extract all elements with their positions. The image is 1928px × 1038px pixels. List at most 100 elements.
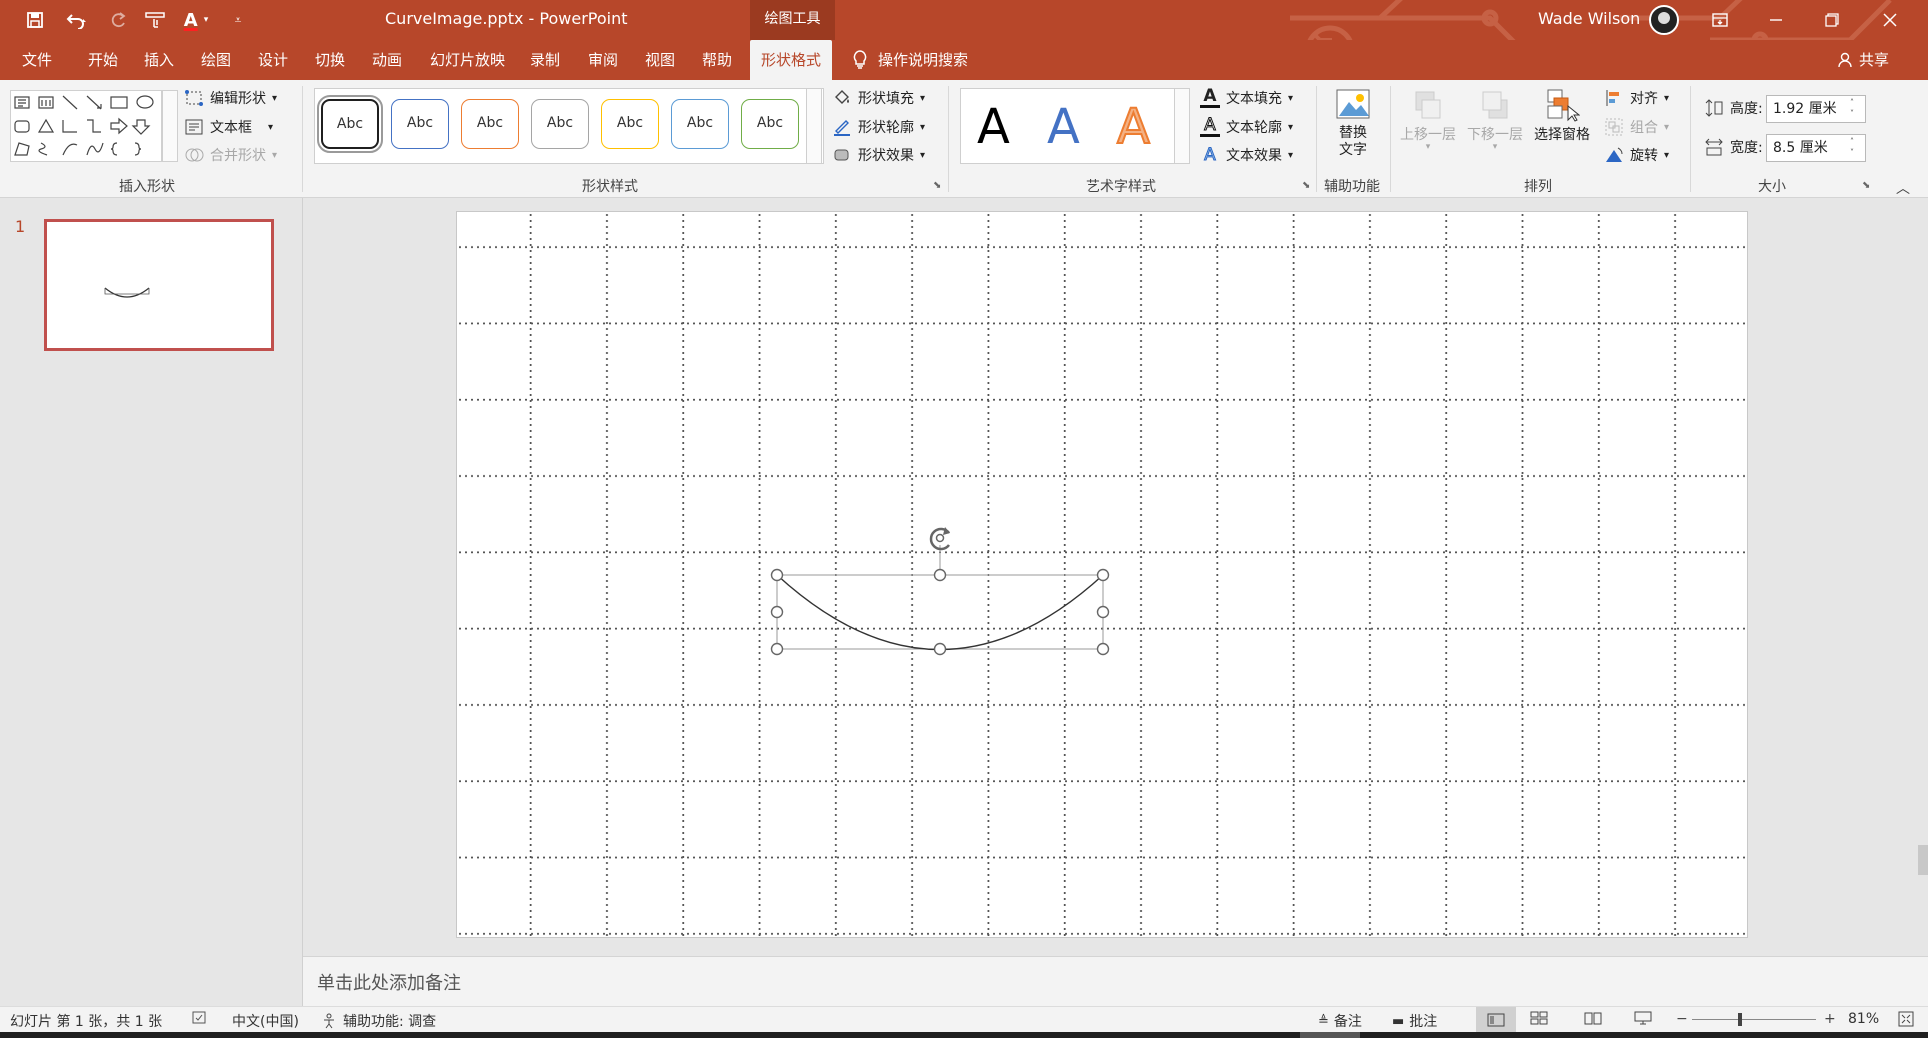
curve-shape[interactable] [776, 574, 1104, 651]
shape-style-6[interactable]: Abc [671, 99, 729, 149]
tab-view[interactable]: 视图 [645, 40, 675, 80]
normal-view-icon[interactable] [1476, 1007, 1516, 1032]
tab-animations[interactable]: 动画 [372, 40, 402, 80]
resize-handle[interactable] [1096, 642, 1110, 656]
vertical-scrollbar[interactable] [1918, 845, 1928, 875]
shape-style-gallery-scroll[interactable] [806, 88, 822, 164]
zoom-level[interactable]: 81% [1848, 1011, 1879, 1027]
tab-insert[interactable]: 插入 [144, 40, 174, 80]
tell-me-search[interactable]: 操作说明搜索 [852, 40, 968, 80]
tab-record[interactable]: 录制 [530, 40, 560, 80]
bring-forward-button[interactable]: 上移一层 ▾ [1400, 88, 1456, 152]
slide-sorter-view-icon[interactable] [1530, 1011, 1548, 1025]
resize-handle[interactable] [1096, 568, 1110, 582]
zoom-in-icon[interactable]: + [1824, 1011, 1836, 1027]
resize-handle[interactable] [933, 568, 947, 582]
alt-text-button[interactable]: 替换 文字 [1334, 88, 1372, 158]
status-bar: 幻灯片 第 1 张，共 1 张 中文(中国) 辅助功能: 调查 ≜ 备注 ▬ 批… [0, 1006, 1928, 1032]
tab-file[interactable]: 文件 [22, 40, 52, 80]
tab-home[interactable]: 开始 [88, 40, 118, 80]
undo-icon[interactable] [56, 6, 98, 34]
shape-effects-button[interactable]: 形状效果 ▾ [832, 145, 925, 165]
wordart-style-orange[interactable]: A [1116, 98, 1151, 156]
shape-gallery[interactable] [10, 90, 162, 162]
font-color-icon[interactable]: A ▾ [176, 6, 216, 34]
send-backward-button[interactable]: 下移一层 ▾ [1467, 88, 1523, 152]
text-box-label: 文本框 [210, 120, 252, 136]
collapse-ribbon-icon[interactable]: ︿ [1896, 178, 1910, 198]
text-fill-button[interactable]: A 文本填充 ▾ [1200, 88, 1293, 108]
tab-help[interactable]: 帮助 [702, 40, 732, 80]
merge-shapes-button[interactable]: 合并形状 ▾ [184, 145, 277, 165]
touch-mode-icon[interactable] [140, 6, 170, 34]
save-icon[interactable] [20, 6, 50, 34]
wordart-launcher-icon[interactable]: ⬊ [1302, 180, 1310, 191]
resize-handle[interactable] [933, 642, 947, 656]
user-name[interactable]: Wade Wilson [1538, 9, 1640, 28]
group-button[interactable]: 组合 ▾ [1604, 117, 1669, 137]
avatar[interactable] [1649, 5, 1679, 35]
text-box-button[interactable]: 文本框 ▾ [184, 117, 273, 137]
zoom-slider-thumb[interactable] [1738, 1013, 1742, 1026]
shape-style-1[interactable]: Abc [317, 95, 383, 153]
resize-handle[interactable] [770, 605, 784, 619]
shape-style-4[interactable]: Abc [531, 99, 589, 149]
height-spinner-icon[interactable]: ˄ ˅ [1850, 97, 1854, 119]
shape-style-2[interactable]: Abc [391, 99, 449, 149]
size-launcher-icon[interactable]: ⬊ [1862, 180, 1870, 191]
text-outline-button[interactable]: A 文本轮廓 ▾ [1200, 116, 1293, 137]
tab-design[interactable]: 设计 [258, 40, 288, 80]
align-button[interactable]: 对齐 ▾ [1604, 88, 1669, 108]
tab-draw[interactable]: 绘图 [201, 40, 231, 80]
language-indicator[interactable]: 中文(中国) [232, 1011, 299, 1031]
selection-pane-icon [1547, 89, 1580, 122]
edit-shape-button[interactable]: 编辑形状 ▾ [184, 88, 277, 108]
shape-fill-button[interactable]: 形状填充 ▾ [832, 88, 925, 108]
text-effects-button[interactable]: A 文本效果 ▾ [1200, 145, 1293, 166]
shape-style-5[interactable]: Abc [601, 99, 659, 149]
rotate-button[interactable]: 旋转 ▾ [1604, 145, 1669, 165]
slide-thumbnail[interactable] [44, 219, 274, 351]
share-button[interactable]: 共享 [1838, 40, 1889, 80]
notes-toggle[interactable]: ≜ 备注 [1318, 1011, 1362, 1031]
shape-gallery-scroll[interactable] [162, 90, 178, 162]
tab-transitions[interactable]: 切换 [315, 40, 345, 80]
wordart-gallery-scroll[interactable] [1174, 88, 1190, 164]
redo-icon[interactable] [104, 6, 132, 34]
notes-pane[interactable]: 单击此处添加备注 [303, 956, 1928, 1006]
tab-review[interactable]: 审阅 [588, 40, 618, 80]
selection-box [776, 574, 1104, 650]
comments-toggle[interactable]: ▬ 批注 [1392, 1011, 1437, 1031]
restore-icon[interactable] [1804, 0, 1860, 40]
tab-shape-format[interactable]: 形状格式 [750, 40, 833, 80]
shape-style-7[interactable]: Abc [741, 99, 799, 149]
accessibility-checker[interactable]: 辅助功能: 调查 [322, 1011, 436, 1031]
wordart-gallery: A A A [960, 88, 1190, 164]
reading-view-icon[interactable] [1584, 1011, 1602, 1025]
selection-pane-button[interactable]: 选择窗格 [1534, 88, 1590, 144]
edit-shape-label: 编辑形状 [210, 91, 266, 107]
spell-check-icon[interactable] [192, 1011, 208, 1025]
wordart-style-blue[interactable]: A [1047, 99, 1080, 155]
slideshow-view-icon[interactable] [1634, 1011, 1652, 1025]
resize-handle[interactable] [770, 568, 784, 582]
customize-icon[interactable]: ⩡ [228, 6, 248, 34]
shape-styles-launcher-icon[interactable]: ⬊ [933, 180, 941, 191]
shape-outline-button[interactable]: 形状轮廓 ▾ [832, 117, 925, 137]
width-spinner-icon[interactable]: ˄ ˅ [1850, 136, 1854, 158]
wordart-style-black[interactable]: A [977, 99, 1010, 155]
minimize-icon[interactable] [1748, 0, 1804, 40]
shape-style-3[interactable]: Abc [461, 99, 519, 149]
selection-pane-label: 选择窗格 [1534, 127, 1590, 143]
ribbon-display-options-icon[interactable] [1692, 0, 1748, 40]
rotate-label: 旋转 [1630, 148, 1658, 164]
share-label: 共享 [1859, 50, 1890, 69]
resize-handle[interactable] [770, 642, 784, 656]
tab-slideshow[interactable]: 幻灯片放映 [430, 40, 505, 80]
zoom-slider[interactable] [1692, 1019, 1816, 1020]
fit-to-window-icon[interactable] [1898, 1011, 1914, 1027]
width-icon [1705, 138, 1723, 156]
close-icon[interactable] [1862, 0, 1918, 40]
resize-handle[interactable] [1096, 605, 1110, 619]
zoom-out-icon[interactable]: − [1676, 1011, 1688, 1027]
